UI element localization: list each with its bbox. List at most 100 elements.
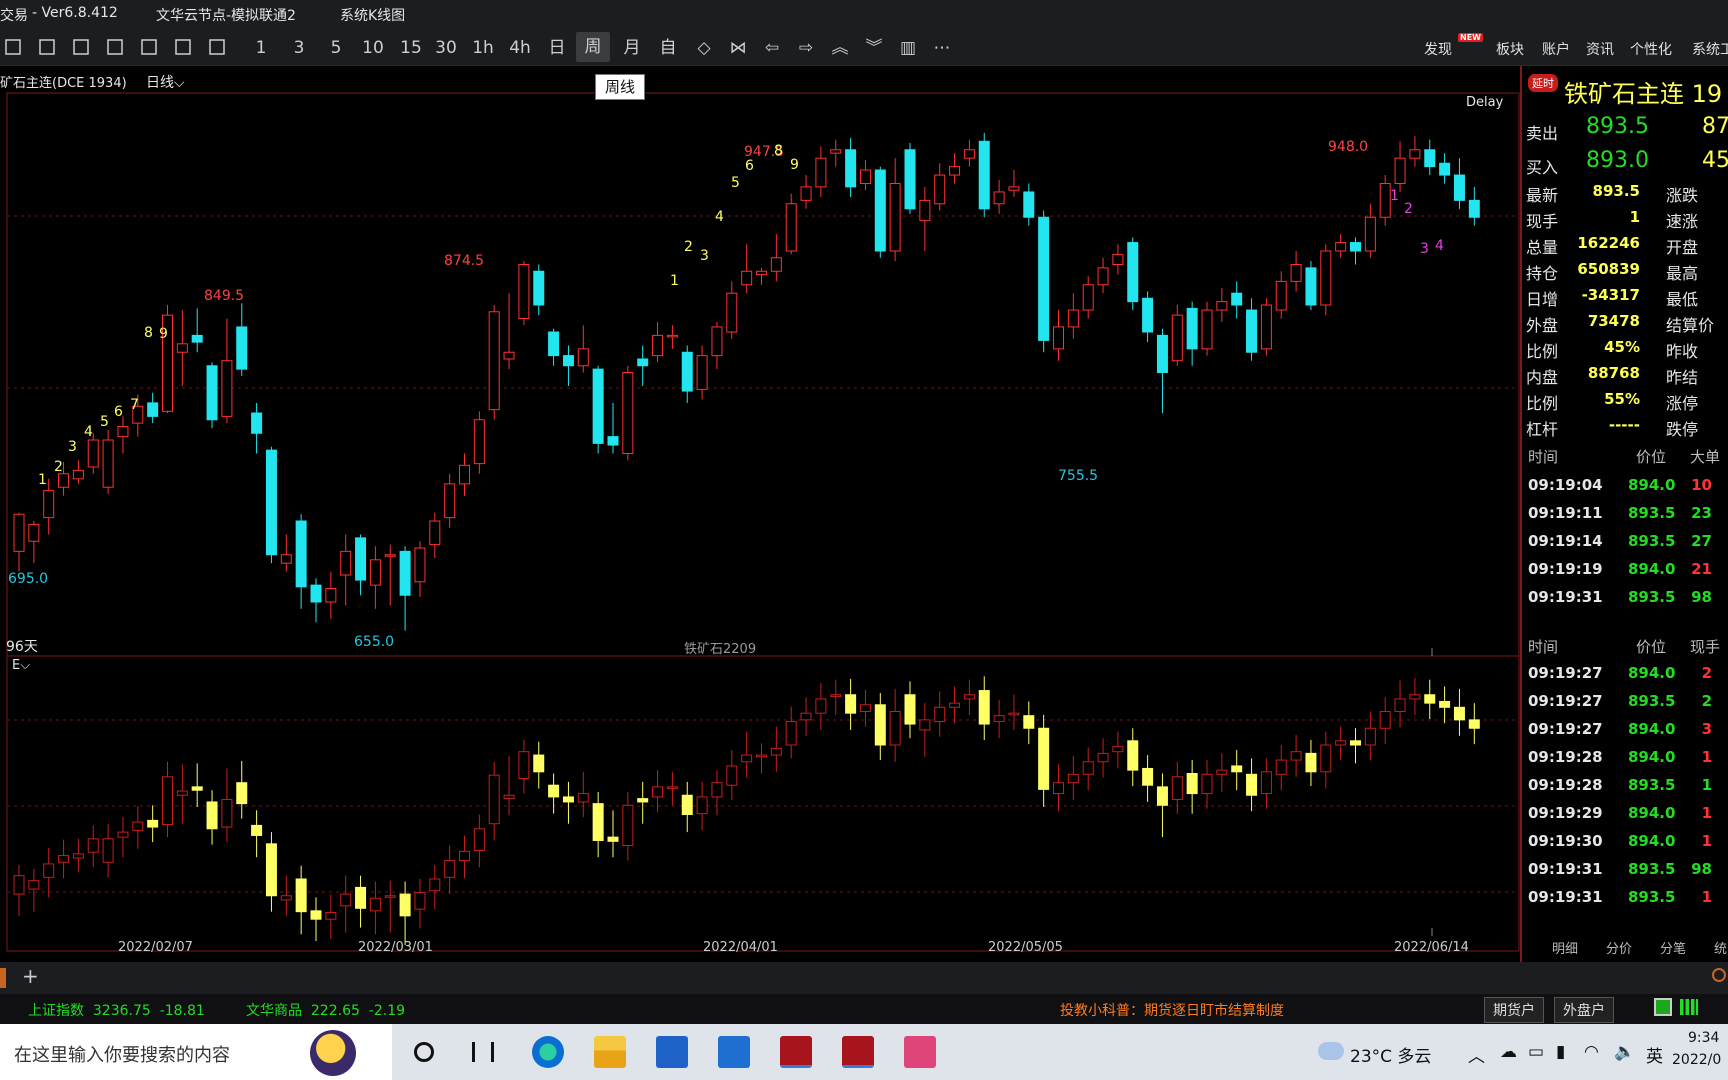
bilibili-icon[interactable] <box>904 1036 936 1068</box>
cloud-icon[interactable]: ☁ <box>1500 1042 1517 1062</box>
mail-icon[interactable] <box>718 1036 750 1068</box>
chevron-up-icon[interactable]: ︿ <box>1468 1042 1485 1067</box>
sequence-count: 2 <box>54 459 63 475</box>
stat-row: 外盘 73478 结算价 <box>1522 312 1728 336</box>
period-15[interactable]: 15 <box>398 37 424 59</box>
period-5[interactable]: 5 <box>325 37 347 59</box>
candle-body <box>399 550 411 596</box>
candle-body <box>1453 174 1465 201</box>
big-order-row: 09:19:14 893.5 27 <box>1522 532 1728 560</box>
arrow-right-icon[interactable]: ⇨ <box>794 37 818 59</box>
candle-tool-icon[interactable] <box>36 37 58 59</box>
stat-label: 最新 <box>1526 186 1559 205</box>
chevron-down-icon: ⌵ <box>20 658 31 673</box>
trade-time: 09:19:04 <box>1528 476 1603 494</box>
indicator-body <box>622 804 634 846</box>
edge-icon[interactable] <box>532 1036 564 1068</box>
period-3[interactable]: 3 <box>288 37 310 59</box>
volume-icon[interactable]: 🔈 <box>1614 1042 1635 1062</box>
stat-value: 162246 <box>1577 234 1640 252</box>
indicator-body <box>117 831 129 838</box>
template-icon[interactable] <box>104 37 126 59</box>
indicator-body <box>815 698 827 714</box>
arrow-left-icon[interactable]: ⇦ <box>760 37 784 59</box>
refresh-icon[interactable] <box>1712 968 1726 982</box>
indicator-body <box>206 801 218 830</box>
clock-time[interactable]: 9:34 <box>1688 1030 1719 1046</box>
cortana-icon[interactable] <box>414 1042 434 1062</box>
external-account-button[interactable]: 外盘户 <box>1554 997 1614 1023</box>
diamond-icon[interactable]: ◇ <box>692 37 716 59</box>
chevron-up-icon[interactable]: ︽ <box>828 37 852 59</box>
candle-body <box>1246 309 1258 353</box>
tab-trades[interactable]: 分笔 <box>1660 938 1686 957</box>
system-button[interactable]: 系统工 <box>1692 39 1728 59</box>
more-icon[interactable]: ⋯ <box>930 37 954 59</box>
candle-body <box>43 490 55 519</box>
pattern-icon[interactable] <box>206 37 228 59</box>
indicator-body <box>1290 751 1302 761</box>
tick-price: 894.0 <box>1628 664 1676 682</box>
monitor-icon[interactable]: ▭ <box>1528 1042 1544 1062</box>
window-name: 系统K线图 <box>340 8 406 24</box>
wenhua-app-icon[interactable] <box>780 1036 812 1068</box>
task-view-icon[interactable] <box>472 1042 494 1062</box>
indicator-body <box>1216 769 1228 775</box>
period-day[interactable]: 日 <box>545 37 569 59</box>
candle-body <box>58 473 70 488</box>
candle-body <box>756 270 767 276</box>
trade-price: 894.0 <box>1628 476 1676 494</box>
period-dropdown[interactable]: 日线⌵ <box>146 72 185 92</box>
period-month[interactable]: 月 <box>620 37 644 59</box>
candle-body <box>503 351 515 360</box>
ime-indicator[interactable]: 英 <box>1646 1042 1663 1067</box>
period-10[interactable]: 10 <box>360 37 386 59</box>
trade-time: 09:19:19 <box>1528 560 1603 578</box>
period-30[interactable]: 30 <box>433 37 459 59</box>
store-icon[interactable] <box>656 1036 688 1068</box>
tab-price[interactable]: 分价 <box>1606 938 1632 957</box>
taskbar-search[interactable]: 在这里输入你要搜索的内容 <box>0 1024 392 1080</box>
personalize-button[interactable]: 个性化 <box>1630 39 1672 59</box>
notice-text[interactable]: 投教小科普：期货逐日盯市结算制度 <box>1060 1000 1284 1020</box>
period-1[interactable]: 1 <box>250 37 272 59</box>
file-explorer-icon[interactable] <box>594 1036 626 1068</box>
save-icon[interactable] <box>138 37 160 59</box>
kline-chart[interactable]: 849.5874.5947.5 948.0695.0655.0755.512345… <box>0 66 1520 962</box>
indicator-body <box>711 782 723 798</box>
chart-area[interactable]: 849.5 874.5 947.5 948.0 695.0 655.0 755.5 1 2 3 4 5… <box>0 66 1520 962</box>
bowtie-icon[interactable]: ⋈ <box>726 37 750 59</box>
candle-body <box>904 149 916 210</box>
bar-tool-icon[interactable] <box>70 37 92 59</box>
candle-body <box>28 523 40 542</box>
tab-detail[interactable]: 明细 <box>1552 938 1578 957</box>
column-time: 时间 <box>1528 638 1559 656</box>
add-tab-icon[interactable]: + <box>22 964 39 988</box>
period-week[interactable]: 周 <box>576 32 610 62</box>
futures-account-button[interactable]: 期货户 <box>1484 997 1544 1023</box>
period-custom[interactable]: 自 <box>656 37 680 59</box>
indicator-body <box>592 803 604 841</box>
layout-icon[interactable]: ▥ <box>896 37 920 59</box>
tab-stats[interactable]: 统 <box>1714 938 1727 957</box>
candle-body <box>473 419 485 465</box>
candle-body <box>934 174 946 205</box>
stat-value: 55% <box>1604 390 1640 408</box>
indicator-dropdown[interactable]: E⌵ <box>12 658 30 673</box>
news-button[interactable]: 资讯 <box>1586 39 1614 59</box>
candle-body <box>1409 149 1421 159</box>
sectors-button[interactable]: 板块 <box>1496 39 1524 59</box>
indicator-body <box>58 855 70 863</box>
refresh-icon[interactable] <box>172 37 194 59</box>
wenhua-app-icon[interactable] <box>842 1036 874 1068</box>
period-4h[interactable]: 4h <box>505 37 535 59</box>
discover-button[interactable]: 发现 <box>1424 39 1452 59</box>
period-1h[interactable]: 1h <box>470 37 496 59</box>
wifi-icon[interactable]: ◠ <box>1584 1042 1599 1062</box>
battery-icon[interactable]: ▮ <box>1556 1042 1565 1062</box>
line-tool-icon[interactable] <box>2 37 24 59</box>
clock-date[interactable]: 2022/0 <box>1672 1052 1721 1068</box>
account-button[interactable]: 账户 <box>1542 39 1570 59</box>
weather-text[interactable]: 23°C 多云 <box>1350 1042 1431 1067</box>
chevron-down-icon[interactable]: ︾ <box>862 37 886 59</box>
